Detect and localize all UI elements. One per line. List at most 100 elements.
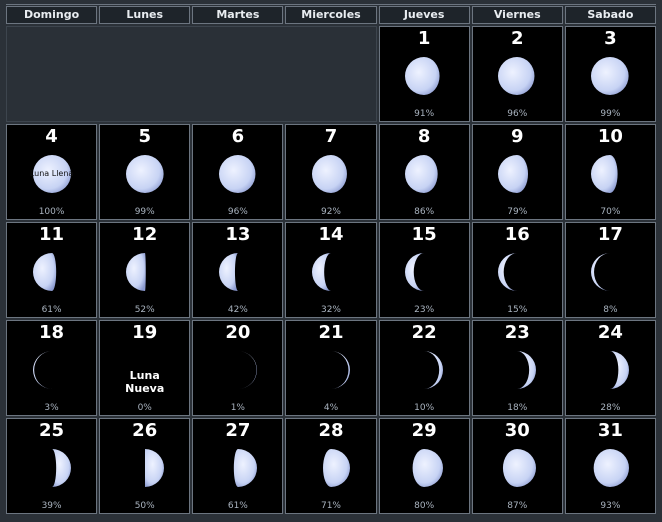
day-cell: 17 8% [564,222,656,318]
day-number: 14 [318,224,344,245]
day-cell: 14 32% [285,222,377,318]
weekday-header: Viernes [471,6,563,24]
moon-lit-area [32,351,52,389]
illumination-percent: 8% [603,305,618,315]
day-number: 1 [417,28,431,49]
day-cell: 11 61% [6,222,98,318]
moon-lit-area [330,351,350,389]
moon-phase-icon [311,253,331,291]
illumination-percent: 18% [507,403,528,413]
moon-lit-area [233,449,257,487]
day-cell: 28 71% [285,418,377,514]
moon-calendar: Domingo Lunes Martes Miercoles Jueves Vi… [6,6,656,514]
day-number: 15 [411,224,437,245]
day-cell: 19 Luna Nueva 0% [99,320,191,416]
moon-lit-area [144,449,164,487]
day-number: 29 [411,420,437,441]
moon-lit-area [125,253,146,291]
moon-lit-area [311,253,331,291]
new-moon-label: Luna Nueva [125,369,165,395]
moon-phase-icon [412,449,444,487]
day-number: 22 [411,322,437,343]
day-number: 20 [225,322,251,343]
weekday-header: Miercoles [285,6,377,24]
illumination-percent: 15% [507,305,528,315]
moon-phase-icon [233,449,257,487]
day-number: 2 [511,28,524,49]
day-number: 16 [504,224,530,245]
day-number: 25 [39,420,65,441]
moon-phase-icon [32,351,52,389]
moon-lit-area [591,253,611,291]
day-cell: 22 10% [378,320,470,416]
day-cell: 7 92% [285,124,377,220]
moon-phase-icon [498,253,518,291]
day-cell: 31 93% [564,418,656,514]
day-number: 19 [132,322,158,343]
moon-lit-area [610,351,630,389]
illumination-percent: 39% [41,501,62,511]
day-number: 4 [45,126,58,147]
moon-lit-area [591,57,630,95]
moon-phase-icon [591,155,619,193]
moon-lit-area [323,449,350,487]
day-number: 5 [138,126,151,147]
day-number: 30 [504,420,530,441]
moon-phase-icon [32,253,56,291]
moon-lit-area [51,449,71,487]
moon-lit-area [424,351,444,389]
illumination-percent: 91% [414,109,435,119]
moon-phase-icon [498,57,535,95]
day-cell: 29 80% [378,418,470,514]
moon-phase-icon [591,253,611,291]
day-number: 8 [417,126,431,147]
moon-phase-icon [424,351,444,389]
illumination-percent: 28% [600,403,621,413]
moon-lit-area [311,155,347,193]
moon-lit-area [591,155,619,193]
weekday-header: Jueves [378,6,470,24]
moon-phase-icon [610,351,630,389]
moon-phase-icon [330,351,350,389]
illumination-percent: 87% [507,501,528,511]
full-moon-label: Luna Llena [29,169,74,178]
illumination-percent: 3% [44,403,59,413]
weekday-header: Martes [192,6,284,24]
moon-phase-icon [323,449,350,487]
moon-lit-area [405,155,438,193]
moon-lit-area [517,351,537,389]
day-number: 17 [597,224,623,245]
weekday-header: Sabado [564,6,656,24]
day-cell: 2 96% [471,26,563,122]
moon-phase-icon [591,57,630,95]
day-number: 13 [225,224,251,245]
day-cell: 12 52% [99,222,191,318]
day-number: 21 [318,322,344,343]
illumination-percent: 99% [600,109,621,119]
day-number: 9 [511,126,524,147]
moon-lit-area [498,57,535,95]
day-number: 31 [597,420,623,441]
day-cell: 13 42% [192,222,284,318]
moon-phase-icon [218,155,256,193]
moon-phase-icon [218,253,238,291]
calendar-grid: 1 91% 2 96% 3 99% 4 Luna Llena 100% 5 99% 6 96% 7 92% 8… [6,26,656,514]
day-cell: 30 87% [471,418,563,514]
illumination-percent: 4% [323,403,339,413]
day-cell: 15 23% [378,222,470,318]
moon-lit-area [125,155,164,193]
day-number: 28 [318,420,344,441]
moon-lit-area [218,155,256,193]
moon-lit-area [498,253,518,291]
day-number: 24 [597,322,623,343]
day-cell: 27 61% [192,418,284,514]
moon-phase-icon [405,155,438,193]
illumination-percent: 50% [134,501,155,511]
moon-phase-icon [517,351,537,389]
illumination-percent: 86% [414,207,435,217]
illumination-percent: 100% [38,207,65,217]
illumination-percent: 1% [230,403,245,413]
moon-phase-icon [125,253,146,291]
moon-lit-area [594,449,630,487]
weekday-header: Domingo [6,6,98,24]
